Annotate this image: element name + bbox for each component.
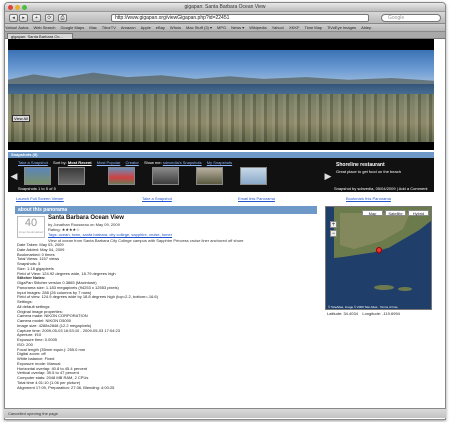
- bookmark-item[interactable]: TiVoEye Images: [327, 24, 356, 31]
- detail-row: Alignment 17:09, Preparation: 27:36, Ble…: [17, 384, 115, 390]
- bookmark-item[interactable]: Web Search: [34, 24, 56, 31]
- map-island: [374, 285, 394, 290]
- add-bookmark-button[interactable]: +: [32, 14, 41, 22]
- bookmark-item[interactable]: Mac Stuff (3) ▾: [186, 24, 212, 31]
- show-me-label: Show me:: [143, 160, 162, 165]
- map-island: [398, 287, 412, 291]
- bookmark-item[interactable]: Yahoo! Autos: [5, 24, 29, 31]
- map-zoom-control: + −: [330, 221, 338, 247]
- snapshot-title: Shoreline restaurant: [336, 162, 385, 168]
- panorama-actions: Launch Full Screen Viewer Take a Snapsho…: [16, 196, 430, 202]
- zoom-in-button[interactable]: +: [330, 221, 337, 228]
- bookmark-item[interactable]: Time Map: [304, 24, 322, 31]
- bookmark-item[interactable]: MPG: [217, 24, 226, 31]
- longitude-readout: Longitude: -119.6994: [362, 311, 400, 316]
- bookmark-item[interactable]: TiborTV: [102, 24, 116, 31]
- about-header: about this panorama: [15, 206, 317, 214]
- print-button[interactable]: ⎙: [58, 14, 67, 22]
- snapshot-count: Snapshots 1 to 5 of 5: [18, 186, 56, 191]
- latitude-readout: Latitude: 34.4034: [327, 311, 358, 316]
- panorama-title: Santa Barbara Ocean View: [48, 215, 124, 221]
- next-arrow-icon[interactable]: ▶: [324, 170, 332, 182]
- map-type-map-button[interactable]: Map: [362, 210, 383, 216]
- status-bar: Cancelled opening the page: [4, 408, 446, 418]
- snapshot-footer: Snapshots 1 to 5 of 5 Snapshot by sdnved…: [18, 186, 428, 191]
- bookmark-item[interactable]: eBay: [156, 24, 165, 31]
- sort-most-popular[interactable]: Most Popular: [97, 160, 121, 165]
- snapshot-thumbnail[interactable]: [152, 167, 179, 185]
- snapshot-thumbnail[interactable]: [58, 167, 85, 185]
- panorama-viewer[interactable]: View All: [8, 39, 434, 150]
- bookmark-item[interactable]: XKKF: [289, 24, 299, 31]
- bookmark-item[interactable]: Google Maps: [60, 24, 84, 31]
- bookmark-item[interactable]: Mac: [89, 24, 97, 31]
- title-bar: gigapan: Santa Barbara Ocean View: [5, 3, 445, 12]
- reload-button[interactable]: ⟳: [45, 14, 54, 22]
- take-snapshot-action[interactable]: Take a Snapshot: [142, 196, 172, 201]
- tab-bar: gigapan: Santa Barbara Oc...: [5, 32, 445, 39]
- bookmark-item[interactable]: Whois: [170, 24, 181, 31]
- bookmark-count-label: times bookmarked: [18, 230, 44, 234]
- sort-by-label: Sort by:: [52, 160, 67, 165]
- forward-button[interactable]: ▸: [19, 14, 28, 22]
- window-title: gigapan: Santa Barbara Ocean View: [184, 4, 266, 10]
- address-bar[interactable]: http://www.gigapan.org/viewGigapan.php?i…: [111, 14, 369, 22]
- zoom-out-button[interactable]: −: [330, 230, 337, 237]
- snapshot-thumbnail[interactable]: [240, 167, 267, 185]
- bookmark-item[interactable]: Aldep: [361, 24, 371, 31]
- take-snapshot-link[interactable]: Take a Snapshot: [18, 160, 48, 165]
- location-map[interactable]: Map Satellite Hybrid + − © TeleAtlas, Im…: [325, 206, 432, 310]
- bookmark-item[interactable]: Amazon: [121, 24, 136, 31]
- map-type-satellite-button[interactable]: Satellite: [385, 210, 406, 216]
- snapshot-thumbnail[interactable]: [108, 167, 135, 185]
- view-all-label[interactable]: View All: [12, 115, 30, 122]
- map-copyright: © TeleAtlas, Image © 2009 Tele Atlas · T…: [328, 305, 398, 309]
- bookmarks-bar: Yahoo! Autos Web Search Google Maps Mac Tibo…: [5, 24, 445, 32]
- launch-fullscreen-link[interactable]: Launch Full Screen Viewer: [16, 196, 64, 201]
- map-type-hybrid-button[interactable]: Hybrid: [408, 210, 429, 216]
- search-input[interactable]: Google: [381, 14, 441, 22]
- map-coordinates: Latitude: 34.4034 Longitude: -119.6994: [327, 311, 400, 316]
- bookmark-item[interactable]: Wikipedia: [249, 24, 266, 31]
- panorama-city: [8, 94, 434, 142]
- bookmark-item[interactable]: Yahoo!: [272, 24, 284, 31]
- bookmark-count-box: 40 times bookmarked: [17, 216, 45, 238]
- bookmark-item[interactable]: Apple: [141, 24, 151, 31]
- sort-creator[interactable]: Creator: [125, 160, 138, 165]
- panorama-details: Date Taken: May 03, 2009 Date Added: May…: [17, 242, 317, 390]
- email-panorama-link[interactable]: Email this Panorama: [238, 196, 275, 201]
- bookmark-count: 40: [24, 217, 38, 229]
- snapshot-description: Shoreline restaurant Great place to get …: [336, 162, 430, 174]
- snapshot-text: Great place to get food on the beach: [336, 169, 401, 174]
- snapshots-strip: Take a Snapshot Sort by: Most Recent Mos…: [8, 158, 434, 192]
- sort-most-recent[interactable]: Most Recent: [68, 160, 92, 165]
- snapshot-thumbnail[interactable]: [24, 167, 51, 185]
- prev-arrow-icon[interactable]: ◀: [10, 170, 18, 182]
- my-snapshots-link[interactable]: My Snapshots: [207, 160, 232, 165]
- bookmark-item[interactable]: News ▾: [231, 24, 244, 31]
- back-button[interactable]: ◂: [9, 14, 18, 22]
- panorama-tags[interactable]: Tags: ocean, town, santa barbara, city c…: [48, 232, 172, 237]
- snapshot-thumbnail[interactable]: [196, 167, 223, 185]
- browser-toolbar: ◂ ▸ + ⟳ ⎙ http://www.gigapan.org/viewGig…: [5, 12, 445, 24]
- user-snapshots-link[interactable]: sdnvedia's Snapshots: [163, 160, 202, 165]
- snapshot-by: Snapshot by sdnvedia, 05/04/2009 | Add a…: [334, 186, 428, 191]
- bookmark-panorama-link[interactable]: Bookmark this Panorama: [346, 196, 391, 201]
